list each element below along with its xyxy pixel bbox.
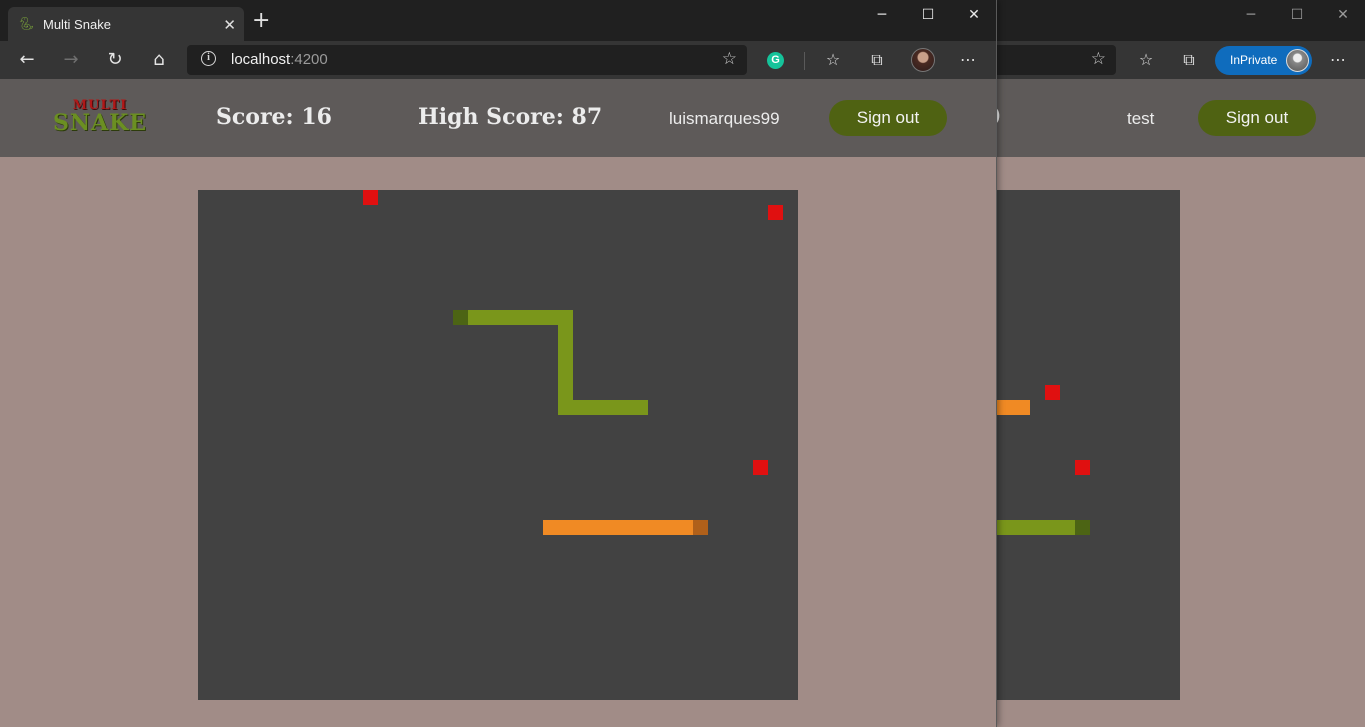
favorites-icon[interactable]: ☆ bbox=[822, 49, 844, 71]
high-score-display: High Score: 87 bbox=[418, 104, 603, 130]
forward-arrow-icon[interactable]: → bbox=[59, 48, 83, 72]
food-item bbox=[768, 205, 783, 220]
inprivate-badge[interactable]: InPrivate bbox=[1215, 46, 1312, 75]
address-url: localhost:4200 bbox=[231, 51, 328, 68]
browser-tab[interactable]: 🐍︎ Multi Snake ✕ bbox=[8, 7, 244, 41]
browser-toolbar: ← → ↻ ⌂ i localhost:4200 ☆ G ☆ ⧉ ⋯ bbox=[0, 41, 996, 79]
favorite-star-icon[interactable]: ☆ bbox=[1091, 49, 1106, 69]
collections-icon[interactable]: ⧉ bbox=[866, 49, 888, 71]
profile-avatar-icon[interactable] bbox=[911, 48, 935, 72]
profile-avatar-icon bbox=[1286, 49, 1309, 72]
username-label: test bbox=[1127, 109, 1155, 128]
favorite-star-icon[interactable]: ☆ bbox=[722, 49, 737, 69]
minimize-icon[interactable]: ─ bbox=[1228, 0, 1274, 30]
score-display: Score: 16 bbox=[216, 104, 332, 130]
snake-icon: 🐍︎ bbox=[18, 17, 35, 32]
sign-out-button[interactable]: Sign out bbox=[829, 100, 947, 136]
green-snake-body bbox=[558, 325, 573, 400]
site-info-icon[interactable]: i bbox=[201, 51, 216, 66]
toolbar-divider bbox=[804, 52, 805, 70]
username-label: luismarques99 bbox=[669, 109, 780, 128]
food-item bbox=[1075, 460, 1090, 475]
maximize-icon[interactable]: ☐ bbox=[905, 0, 951, 30]
collections-icon[interactable]: ⧉ bbox=[1178, 49, 1200, 71]
orange-snake-head bbox=[693, 520, 708, 535]
more-options-icon[interactable]: ⋯ bbox=[1327, 49, 1349, 71]
back-arrow-icon[interactable]: ← bbox=[15, 48, 39, 72]
close-window-icon[interactable]: ✕ bbox=[951, 0, 996, 30]
green-snake-body bbox=[558, 400, 648, 415]
address-bar[interactable]: i localhost:4200 ☆ bbox=[187, 45, 747, 75]
multi-snake-logo[interactable]: MULTI SNAKE bbox=[48, 99, 152, 139]
inprivate-label: InPrivate bbox=[1230, 53, 1278, 67]
game-board bbox=[198, 190, 798, 700]
favorites-icon[interactable]: ☆ bbox=[1135, 49, 1157, 71]
green-snake-body bbox=[997, 520, 1075, 535]
food-item bbox=[753, 460, 768, 475]
more-options-icon[interactable]: ⋯ bbox=[957, 49, 979, 71]
maximize-icon[interactable]: ☐ bbox=[1274, 0, 1320, 30]
title-bar: 🐍︎ Multi Snake ✕ + ─ ☐ ✕ bbox=[0, 0, 996, 41]
close-window-icon[interactable]: ✕ bbox=[1320, 0, 1365, 30]
new-tab-button[interactable]: + bbox=[252, 10, 270, 32]
food-item bbox=[363, 190, 378, 205]
orange-snake-body bbox=[997, 400, 1030, 415]
orange-snake-body bbox=[543, 520, 693, 535]
minimize-icon[interactable]: ─ bbox=[859, 0, 905, 30]
grammarly-extension-icon[interactable]: G bbox=[767, 52, 784, 69]
green-snake-head bbox=[453, 310, 468, 325]
sign-out-button[interactable]: Sign out bbox=[1198, 100, 1316, 136]
refresh-icon[interactable]: ↻ bbox=[103, 48, 127, 72]
close-tab-icon[interactable]: ✕ bbox=[223, 16, 236, 34]
green-snake-body bbox=[468, 310, 573, 325]
app-header: MULTI SNAKE Score: 16 High Score: 87 lui… bbox=[0, 79, 996, 157]
tab-title: Multi Snake bbox=[43, 17, 111, 32]
green-snake-head bbox=[1075, 520, 1090, 535]
foreground-browser-window: 🐍︎ Multi Snake ✕ + ─ ☐ ✕ ← → ↻ ⌂ i local… bbox=[0, 0, 997, 727]
home-icon[interactable]: ⌂ bbox=[147, 48, 171, 72]
food-item bbox=[1045, 385, 1060, 400]
